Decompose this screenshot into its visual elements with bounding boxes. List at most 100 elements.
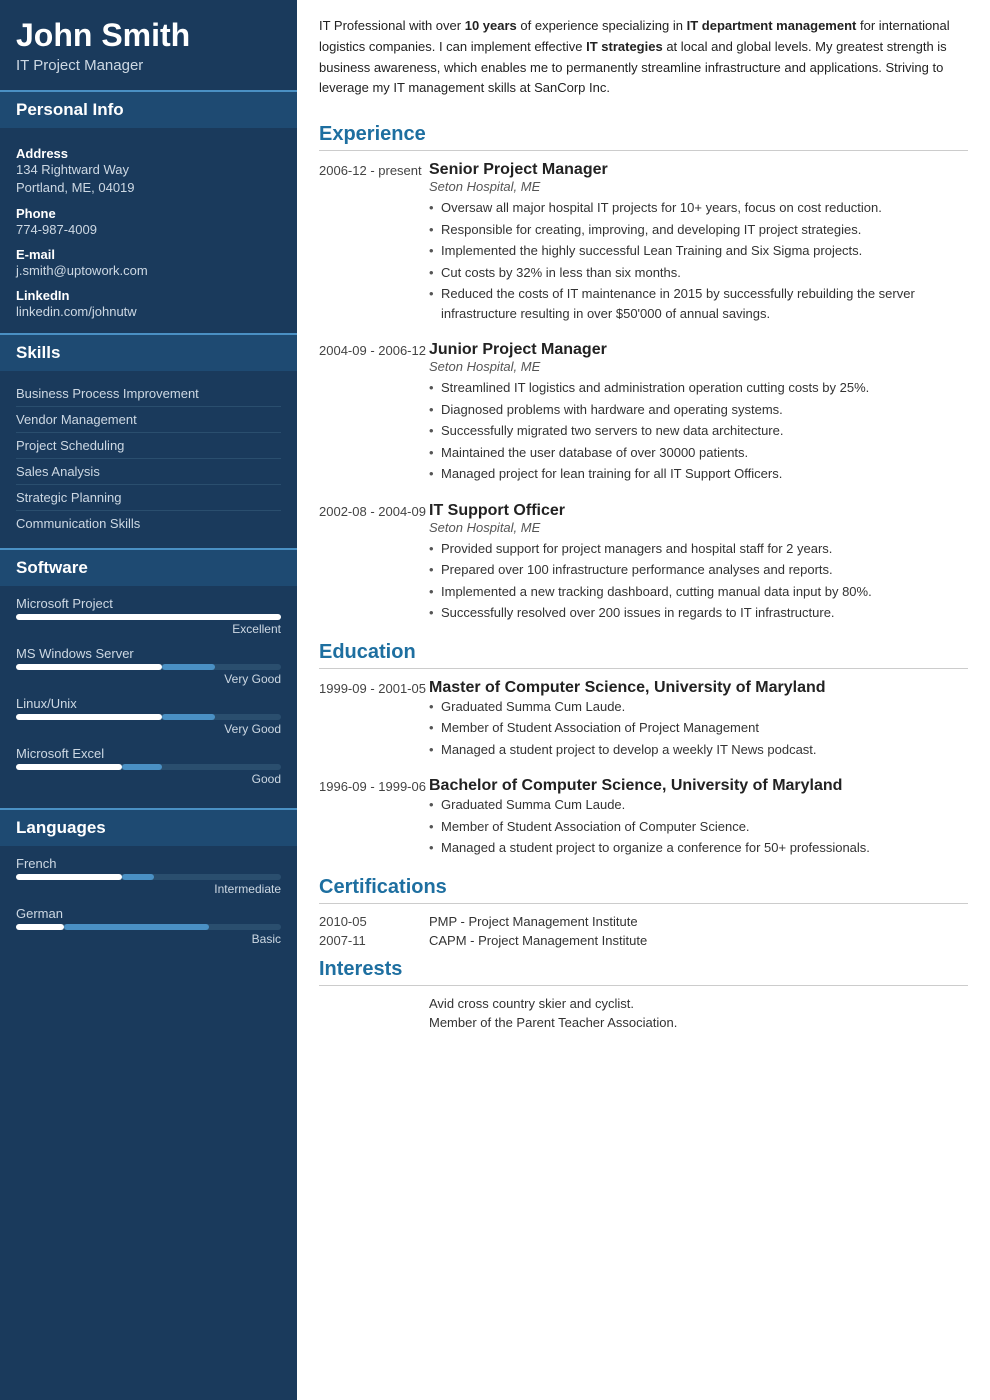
education-section: 1999-09 - 2001-05Master of Computer Scie…: [319, 679, 968, 860]
bullet-item: Member of Student Association of Compute…: [429, 817, 968, 837]
email-value: j.smith@uptowork.com: [16, 262, 281, 280]
skills-title: Skills: [0, 333, 297, 371]
skill-level-label: Very Good: [16, 722, 281, 736]
bullet-item: Implemented the highly successful Lean T…: [429, 241, 968, 261]
job-title: Senior Project Manager: [429, 161, 968, 179]
interests-section: Avid cross country skier and cyclist. Mem…: [319, 996, 968, 1030]
experience-section: 2006-12 - presentSenior Project ManagerS…: [319, 161, 968, 625]
entry-date: 2004-09 - 2006-12: [319, 341, 429, 486]
bullet-item: Cut costs by 32% in less than six months…: [429, 263, 968, 283]
language-bar: [16, 924, 281, 930]
language-item: GermanBasic: [16, 906, 281, 946]
entry-date: 2002-08 - 2004-09: [319, 502, 429, 625]
bullet-item: Managed a student project to organize a …: [429, 838, 968, 858]
entry-date: 1996-09 - 1999-06: [319, 777, 429, 860]
entry-body: Master of Computer Science, University o…: [429, 679, 968, 762]
skill-bar: [16, 764, 281, 770]
software-item: MS Windows Server Very Good: [16, 646, 281, 686]
job-title: Junior Project Manager: [429, 341, 968, 359]
bullet-item: Managed project for lean training for al…: [429, 464, 968, 484]
phone-label: Phone: [16, 206, 281, 221]
experience-entry: 2006-12 - presentSenior Project ManagerS…: [319, 161, 968, 325]
cert-text: CAPM - Project Management Institute: [429, 933, 647, 948]
software-name: MS Windows Server: [16, 646, 281, 661]
language-level-label: Intermediate: [16, 882, 281, 896]
entry-date: 2006-12 - present: [319, 161, 429, 325]
skill-bar: [16, 664, 281, 670]
cert-date: 2007-11: [319, 933, 429, 948]
email-label: E-mail: [16, 247, 281, 262]
personal-info-content: Address 134 Rightward Way Portland, ME, …: [0, 128, 297, 331]
languages-title: Languages: [0, 808, 297, 846]
candidate-title: IT Project Manager: [16, 57, 281, 74]
bullet-item: Reduced the costs of IT maintenance in 2…: [429, 284, 968, 323]
skill-item: Sales Analysis: [16, 459, 281, 485]
company-name: Seton Hospital, ME: [429, 179, 968, 194]
bullet-item: Graduated Summa Cum Laude.: [429, 697, 968, 717]
bullet-item: Oversaw all major hospital IT projects f…: [429, 198, 968, 218]
skill-bar: [16, 714, 281, 720]
bullet-item: Streamlined IT logistics and administrat…: [429, 378, 968, 398]
company-name: Seton Hospital, ME: [429, 359, 968, 374]
address-line1: 134 Rightward Way: [16, 161, 281, 179]
interest-item: Avid cross country skier and cyclist.: [429, 996, 968, 1011]
main-content: IT Professional with over 10 years of ex…: [297, 0, 990, 1400]
entry-body: Bachelor of Computer Science, University…: [429, 777, 968, 860]
linkedin-value: linkedin.com/johnutw: [16, 303, 281, 321]
software-name: Microsoft Project: [16, 596, 281, 611]
bullet-item: Member of Student Association of Project…: [429, 718, 968, 738]
experience-entry: 2004-09 - 2006-12Junior Project ManagerS…: [319, 341, 968, 486]
experience-title: Experience: [319, 123, 968, 151]
language-level-label: Basic: [16, 932, 281, 946]
software-name: Linux/Unix: [16, 696, 281, 711]
job-title: IT Support Officer: [429, 502, 968, 520]
experience-entry: 2002-08 - 2004-09IT Support OfficerSeton…: [319, 502, 968, 625]
certifications-title: Certifications: [319, 876, 968, 904]
skill-item: Strategic Planning: [16, 485, 281, 511]
bullet-item: Implemented a new tracking dashboard, cu…: [429, 582, 968, 602]
skill-item: Project Scheduling: [16, 433, 281, 459]
software-content: Microsoft Project Excellent MS Windows Ser…: [0, 586, 297, 806]
certifications-section: 2010-05PMP - Project Management Institut…: [319, 914, 968, 948]
bullet-item: Managed a student project to develop a w…: [429, 740, 968, 760]
address-label: Address: [16, 146, 281, 161]
sidebar: John Smith IT Project Manager Personal I…: [0, 0, 297, 1400]
skill-level-label: Excellent: [16, 622, 281, 636]
interest-item: Member of the Parent Teacher Association…: [429, 1015, 968, 1030]
skill-level-label: Very Good: [16, 672, 281, 686]
degree-title: Master of Computer Science, University o…: [429, 679, 968, 697]
certification-item: 2010-05PMP - Project Management Institut…: [319, 914, 968, 929]
software-item: Microsoft ExcelGood: [16, 746, 281, 786]
entry-body: Senior Project ManagerSeton Hospital, ME…: [429, 161, 968, 325]
interests-title: Interests: [319, 958, 968, 986]
company-name: Seton Hospital, ME: [429, 520, 968, 535]
education-entry: 1996-09 - 1999-06Bachelor of Computer Sc…: [319, 777, 968, 860]
personal-info-title: Personal Info: [0, 90, 297, 128]
cert-date: 2010-05: [319, 914, 429, 929]
skill-item: Communication Skills: [16, 511, 281, 536]
software-name: Microsoft Excel: [16, 746, 281, 761]
entry-body: Junior Project ManagerSeton Hospital, ME…: [429, 341, 968, 486]
languages-content: French Intermediate GermanBasic: [0, 846, 297, 966]
language-name: French: [16, 856, 281, 871]
candidate-name: John Smith: [16, 18, 281, 53]
bullet-item: Maintained the user database of over 300…: [429, 443, 968, 463]
skills-content: Business Process ImprovementVendor Manag…: [0, 371, 297, 546]
cert-text: PMP - Project Management Institute: [429, 914, 638, 929]
skill-bar: [16, 614, 281, 620]
bullet-item: Prepared over 100 infrastructure perform…: [429, 560, 968, 580]
software-title: Software: [0, 548, 297, 586]
software-item: Linux/Unix Very Good: [16, 696, 281, 736]
linkedin-label: LinkedIn: [16, 288, 281, 303]
language-bar: [16, 874, 281, 880]
education-entry: 1999-09 - 2001-05Master of Computer Scie…: [319, 679, 968, 762]
entry-body: IT Support OfficerSeton Hospital, ME Prov…: [429, 502, 968, 625]
bullet-item: Graduated Summa Cum Laude.: [429, 795, 968, 815]
header-section: John Smith IT Project Manager: [0, 0, 297, 88]
degree-title: Bachelor of Computer Science, University…: [429, 777, 968, 795]
phone-value: 774-987-4009: [16, 221, 281, 239]
bullet-item: Diagnosed problems with hardware and ope…: [429, 400, 968, 420]
bullet-item: Provided support for project managers an…: [429, 539, 968, 559]
language-item: French Intermediate: [16, 856, 281, 896]
bullet-item: Successfully migrated two servers to new…: [429, 421, 968, 441]
